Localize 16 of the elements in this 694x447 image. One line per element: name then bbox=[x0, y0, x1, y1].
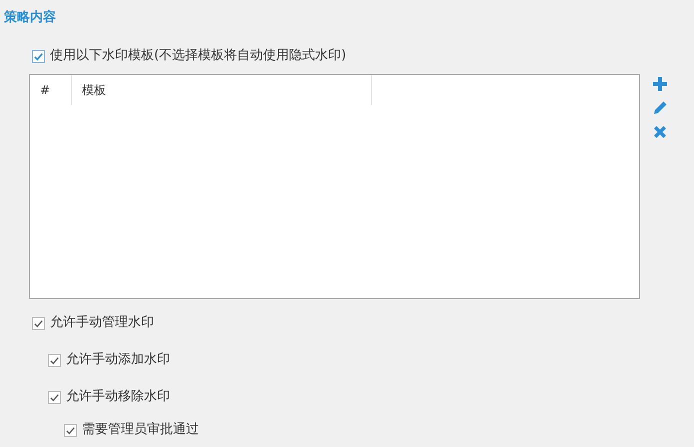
checkbox-label: 需要管理员审批通过 bbox=[82, 421, 199, 439]
checkbox[interactable] bbox=[32, 50, 45, 62]
checkbox-label: 使用以下水印模板(不选择模板将自动使用隐式水印) bbox=[50, 47, 346, 65]
column-header[interactable]: 模板 bbox=[72, 75, 372, 105]
checkbox-label: 允许手动管理水印 bbox=[50, 314, 154, 332]
checkbox-label: 允许手动添加水印 bbox=[66, 351, 170, 369]
column-header[interactable]: # bbox=[30, 75, 72, 105]
checkbox-label: 允许手动移除水印 bbox=[66, 388, 170, 406]
checkbox[interactable] bbox=[64, 424, 77, 436]
add-icon[interactable] bbox=[652, 76, 668, 92]
section-title: 策略内容 bbox=[4, 9, 57, 27]
checkbox[interactable] bbox=[48, 354, 61, 366]
checkbox[interactable] bbox=[32, 316, 45, 330]
pencil-icon[interactable] bbox=[652, 100, 668, 116]
close-icon[interactable] bbox=[652, 124, 668, 140]
checkbox[interactable] bbox=[48, 390, 61, 404]
